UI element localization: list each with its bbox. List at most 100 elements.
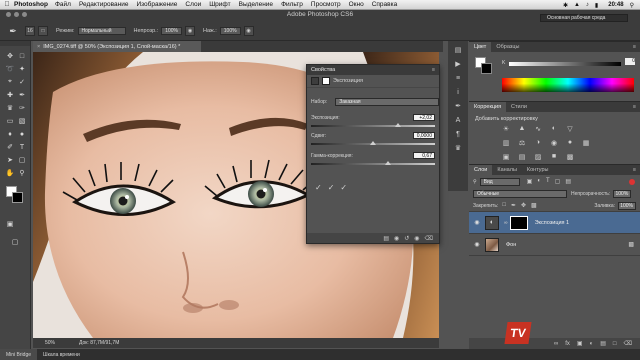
- delete-layer-icon[interactable]: ⌫: [624, 340, 632, 347]
- photo-filter-icon[interactable]: ◉: [547, 138, 561, 147]
- panel-menu-icon[interactable]: ≡: [432, 67, 435, 73]
- hand-tool-icon[interactable]: ✋: [5, 168, 15, 178]
- color-ramp[interactable]: [502, 78, 634, 92]
- menu-layer[interactable]: Слои: [185, 1, 201, 8]
- menu-image[interactable]: Изображение: [136, 1, 177, 8]
- filter-toggle[interactable]: [629, 178, 635, 185]
- lock-all-icon[interactable]: ▩: [531, 202, 537, 209]
- menu-window[interactable]: Окно: [349, 1, 364, 8]
- gamma-slider-track[interactable]: [311, 163, 435, 165]
- fill-field[interactable]: 100%: [618, 201, 636, 210]
- hue-saturation-icon[interactable]: ▥: [499, 138, 513, 147]
- adjustments-panel-menu-icon[interactable]: ≡: [628, 102, 640, 112]
- type-tool-icon[interactable]: T: [17, 142, 27, 152]
- background-layer-thumbnail[interactable]: [485, 237, 499, 252]
- filter-type-icon[interactable]: T: [546, 178, 550, 185]
- eyedropper-tool-icon[interactable]: ✓: [17, 77, 27, 87]
- shape-tool-icon[interactable]: ▢: [17, 155, 27, 165]
- document-size-info[interactable]: Док: 87,7M/91,7M: [73, 340, 119, 346]
- character-panel-icon[interactable]: A: [452, 115, 464, 125]
- history-panel-icon[interactable]: ▤: [452, 45, 464, 55]
- brightness-contrast-icon[interactable]: ☀: [499, 124, 513, 133]
- marquee-tool-icon[interactable]: □: [17, 51, 27, 61]
- color-panel-menu-icon[interactable]: ≡: [628, 42, 640, 52]
- color-lookup-icon[interactable]: ▦: [579, 138, 593, 147]
- menu-type[interactable]: Шрифт: [209, 1, 230, 8]
- lock-pixels-icon[interactable]: ✒: [511, 202, 516, 209]
- layer-row-exposure[interactable]: ◉ ◐ ∞ Экспозиция 1: [469, 212, 640, 234]
- tab-swatches[interactable]: Образцы: [491, 42, 524, 52]
- layer-name[interactable]: Фон: [506, 242, 516, 248]
- tab-styles[interactable]: Стили: [506, 102, 532, 112]
- tab-adjustments[interactable]: Коррекция: [469, 102, 507, 112]
- offset-value[interactable]: 0,0000: [413, 132, 435, 139]
- clip-to-layer-icon[interactable]: ▤: [383, 235, 389, 242]
- lock-transparent-icon[interactable]: □: [502, 202, 506, 209]
- gray-point-eyedropper-icon[interactable]: ✓: [328, 183, 335, 192]
- document-tab[interactable]: × IMG_0274.tiff @ 50% (Экспозиция 1, Сло…: [33, 41, 201, 52]
- quick-select-tool-icon[interactable]: ✦: [17, 64, 27, 74]
- menu-view[interactable]: Просмотр: [311, 1, 341, 8]
- delete-adjustment-icon[interactable]: ⌫: [425, 235, 433, 242]
- channel-mixer-icon[interactable]: ●: [563, 138, 577, 147]
- brush-panel-toggle-icon[interactable]: □: [38, 26, 48, 36]
- tab-paths[interactable]: Контуры: [522, 165, 554, 175]
- white-point-eyedropper-icon[interactable]: ✓: [340, 183, 347, 192]
- brush-tool-preset-icon[interactable]: ✒: [4, 24, 22, 38]
- color-background-swatch[interactable]: [481, 63, 492, 74]
- new-adjustment-icon[interactable]: ◐: [590, 341, 594, 347]
- filter-shape-icon[interactable]: ▢: [555, 178, 561, 185]
- pressure-field[interactable]: 100%: [219, 27, 241, 35]
- layer-opacity-field[interactable]: 100%: [613, 190, 632, 198]
- pressure-opacity-icon[interactable]: ◉: [185, 26, 195, 36]
- info-panel-icon[interactable]: i: [452, 87, 464, 97]
- opacity-field[interactable]: 100%: [161, 27, 182, 35]
- paragraph-panel-icon[interactable]: ¶: [452, 129, 464, 139]
- lock-position-icon[interactable]: ✥: [521, 202, 526, 209]
- eraser-tool-icon[interactable]: ▭: [5, 116, 15, 126]
- actions-panel-icon[interactable]: ▶: [452, 59, 464, 69]
- brush-size[interactable]: 16: [25, 26, 35, 36]
- lasso-tool-icon[interactable]: ➰: [5, 64, 15, 74]
- k-channel-slider[interactable]: [509, 62, 621, 66]
- blend-mode-select[interactable]: Обычные: [473, 190, 567, 198]
- threshold-icon[interactable]: ▨: [531, 152, 545, 161]
- link-icon[interactable]: ∞: [504, 220, 508, 226]
- history-brush-tool-icon[interactable]: ✑: [17, 103, 27, 113]
- visibility-icon[interactable]: ◉: [414, 235, 419, 242]
- offset-slider-knob[interactable]: [370, 141, 376, 145]
- black-point-eyedropper-icon[interactable]: ✓: [315, 183, 322, 192]
- crop-tool-icon[interactable]: ⌖: [5, 77, 15, 87]
- menu-edit[interactable]: Редактирование: [79, 1, 129, 8]
- tab-color[interactable]: Цвет: [469, 42, 492, 52]
- battery-icon[interactable]: ▮: [595, 2, 598, 9]
- adjustment-layer-thumbnail[interactable]: ◐: [485, 215, 499, 230]
- levels-icon[interactable]: ▲: [515, 124, 529, 133]
- gradient-tool-icon[interactable]: ▧: [17, 116, 27, 126]
- tab-channels[interactable]: Каналы: [492, 165, 522, 175]
- tools-grip[interactable]: [0, 41, 30, 46]
- filter-pixel-icon[interactable]: ▣: [527, 178, 533, 185]
- layer-row-background[interactable]: ◉ Фон ▩: [469, 234, 640, 256]
- layers-panel-menu-icon[interactable]: ≡: [628, 165, 640, 175]
- black-white-icon[interactable]: ◑: [531, 138, 545, 147]
- filter-smart-object-icon[interactable]: ▤: [565, 178, 571, 185]
- brush-tool-icon[interactable]: ✒: [17, 90, 27, 100]
- new-layer-icon[interactable]: □: [613, 341, 617, 347]
- vibrance-icon[interactable]: ▽: [563, 124, 577, 133]
- layer-name[interactable]: Экспозиция 1: [535, 220, 570, 226]
- mode-select[interactable]: Нормальный: [77, 27, 126, 35]
- fx-icon[interactable]: fx: [565, 341, 570, 347]
- zoom-tool-icon[interactable]: ⚲: [17, 168, 27, 178]
- posterize-icon[interactable]: ▤: [515, 152, 529, 161]
- brush-panel-icon[interactable]: ✒: [452, 101, 464, 111]
- exposure-icon[interactable]: ◐: [547, 124, 561, 133]
- exposure-value[interactable]: +2,02: [413, 114, 435, 121]
- search-icon[interactable]: ⚲: [630, 2, 634, 9]
- filter-adjustment-icon[interactable]: ◐: [537, 178, 541, 185]
- tab-layers[interactable]: Слои: [469, 165, 493, 175]
- properties-header[interactable]: Свойства ≡: [307, 65, 439, 75]
- selective-color-icon[interactable]: ■: [547, 152, 561, 161]
- k-channel-value[interactable]: 0: [625, 58, 635, 65]
- new-group-icon[interactable]: ▤: [600, 340, 606, 347]
